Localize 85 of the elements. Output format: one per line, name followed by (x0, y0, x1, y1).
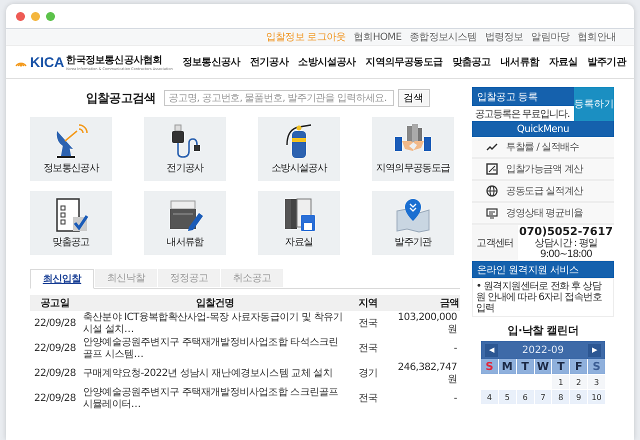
table-cell-text: 경기 (357, 366, 379, 380)
category-tile[interactable]: 소방시설공사 (258, 117, 340, 181)
calendar-day[interactable]: 3 (588, 375, 605, 389)
category-tile[interactable]: 지역의무공동도급 (372, 117, 454, 181)
register-note: 공고등록은 무료입니다. (474, 108, 570, 121)
customer-center-label: 고객센터 (472, 225, 518, 260)
remote-support-header[interactable]: 온라인 원격지원 서비스 (472, 261, 614, 278)
calendar-day[interactable]: 1 (552, 375, 570, 389)
category-tile[interactable]: 자료실 (258, 191, 340, 255)
maximize-dot-icon[interactable] (46, 12, 55, 20)
table-cell-text: 22/09/28 (33, 366, 77, 380)
nav-link[interactable]: 정보통신공사 (182, 55, 240, 69)
search-label: 입찰공고검색 (86, 90, 156, 106)
table-cell-text: - (452, 342, 458, 356)
table-cell-text: 246,382,747원 (396, 361, 458, 386)
calendar-day[interactable]: 10 (588, 390, 605, 404)
weekday-label: F (570, 359, 588, 374)
utility-link[interactable]: 협회안내 (578, 30, 616, 44)
utility-link[interactable]: 협회HOME (354, 30, 402, 44)
weekday-label: S (588, 359, 605, 374)
table-cell: 22/09/28 (30, 311, 80, 336)
search-button[interactable]: 검색 (398, 89, 430, 107)
nav-link[interactable]: 내서류함 (500, 55, 539, 69)
phone-number: 070)5052-7617 (519, 225, 613, 238)
nav-link[interactable]: 소방시설공사 (298, 55, 356, 69)
support-hours: 상담시간 : 평일 9:00~18:00 (534, 238, 598, 260)
weekday-label: T (552, 359, 570, 374)
utility-link[interactable]: 알림마당 (531, 30, 570, 44)
nav-link[interactable]: 발주기관 (588, 55, 626, 69)
utility-link[interactable]: 법령정보 (484, 30, 524, 44)
category-tile[interactable]: 발주기관 (372, 191, 454, 255)
quick-menu-item[interactable]: 입찰가능금액 계산 (472, 159, 614, 181)
nav-link[interactable]: 전기공사 (250, 55, 288, 69)
table-cell-text: 전국 (357, 342, 379, 356)
column-header: 입찰건명 (80, 295, 350, 311)
quick-menu-item[interactable]: 투찰률 / 실적배수 (472, 137, 614, 159)
nav-link[interactable]: 자료실 (548, 55, 578, 69)
calendar-day[interactable]: 9 (570, 390, 588, 404)
search-field[interactable]: 공고명, 공고번호, 물품번호, 발주기관을 입력하세요. (164, 90, 394, 106)
table-cell: 전국 (350, 311, 386, 336)
table-cell-text: 22/09/28 (33, 342, 77, 356)
table-cell-text: 전국 (357, 392, 379, 406)
register-button[interactable]: 등록하기 (574, 87, 614, 121)
quick-menu-item[interactable]: 공동도급 실적계산 (472, 181, 614, 203)
minimize-dot-icon[interactable] (31, 12, 40, 20)
column-header: 지역 (350, 295, 386, 311)
weekday-label: M (498, 359, 516, 374)
tab[interactable]: 최신입찰 (30, 269, 94, 289)
calendar-day[interactable]: 4 (481, 390, 498, 404)
bid-title-link[interactable]: 구매계약요청-2022년 성남시 재난예경보시스템 교체 설치 (80, 361, 350, 386)
calendar-title: 입·낙찰 캘린더 (508, 323, 578, 338)
category-tile[interactable]: 맞춤공고 (30, 191, 112, 255)
column-header: 공고일 (30, 295, 80, 311)
monitor-icon (486, 208, 498, 218)
quick-menu-item[interactable]: 경영상태 평균비율 (472, 203, 614, 225)
bid-title-link[interactable]: 축산분야 ICT융복합확산사업-목장 사료자동급이기 및 착유기 시설 설치… (80, 311, 350, 336)
weekday-label: T (516, 359, 534, 374)
register-title: 입찰공고 등록 (472, 87, 574, 106)
calendar-day[interactable]: 8 (552, 390, 570, 404)
quick-menu-header: QuickMenu (472, 121, 614, 137)
weekday-label: S (481, 359, 498, 374)
table-cell-text: 22/09/28 (33, 392, 77, 406)
calendar-month: 2022-09 (522, 344, 564, 356)
bid-title-link[interactable]: 안양예술공원주변지구 주택재개발정비사업조합 스크린골프 시뮬레이터… (80, 386, 350, 411)
calendar-day[interactable]: 5 (498, 390, 516, 404)
category-tile[interactable]: 정보통신공사 (30, 117, 112, 181)
category-tile[interactable]: 내서류함 (144, 191, 226, 255)
weekday-label: W (534, 359, 552, 374)
logo-mark[interactable]: KICA (30, 54, 64, 70)
close-dot-icon[interactable] (16, 12, 25, 20)
bid-title-link[interactable]: 안양예술공원주변지구 주택재개발정비사업조합 타석스크린골프 시스템… (80, 336, 350, 361)
table-cell-text: - (452, 392, 458, 406)
logo-name: 한국정보통신공사협회 (66, 54, 164, 67)
calendar-day[interactable]: 2 (570, 375, 588, 389)
nav-link[interactable]: 지역의무공동도급 (366, 55, 442, 69)
globe-icon (486, 185, 498, 197)
calendar-day[interactable]: 6 (516, 390, 534, 404)
remote-support-text: • 원격지원센터로 전화 후 상담원 안내에 따라 6자리 접속번호 입력 (472, 278, 614, 317)
utility-link[interactable]: 종합정보시스템 (410, 30, 477, 44)
trend-line-icon (486, 142, 498, 152)
table-cell: 103,200,000원 (386, 311, 460, 336)
column-header: 금액 (386, 295, 460, 311)
category-tile[interactable]: 전기공사 (144, 117, 226, 181)
nav-link[interactable]: 맞춤공고 (452, 55, 491, 69)
calendar-day[interactable]: 7 (534, 390, 552, 404)
